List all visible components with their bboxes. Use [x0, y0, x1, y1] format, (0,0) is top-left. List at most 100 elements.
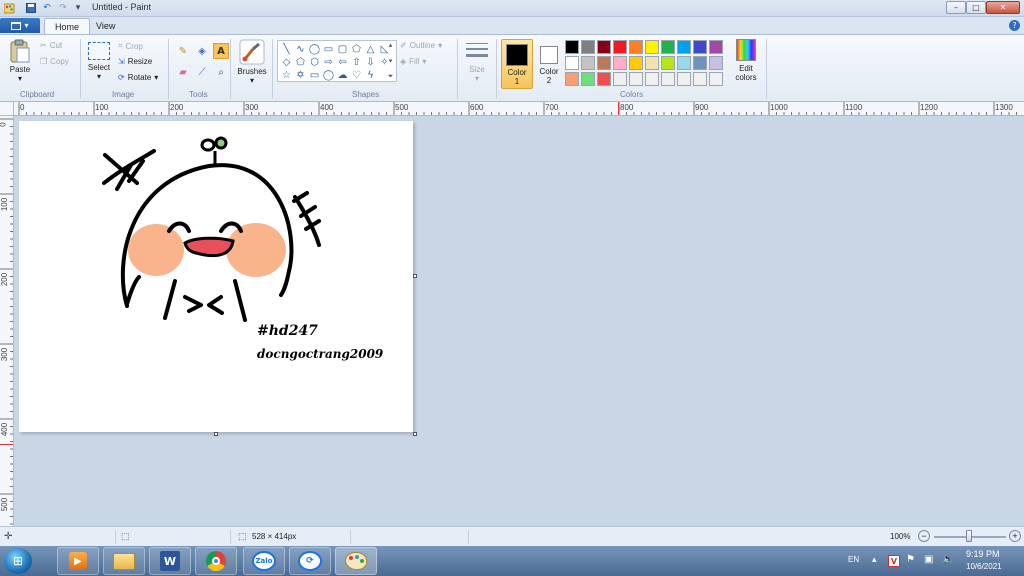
crop-button[interactable]: ⌗ Crop — [118, 41, 143, 51]
tray-overflow-icon[interactable]: ▴ — [872, 554, 877, 565]
outline-button[interactable]: ✐ Outline ▾ — [400, 41, 442, 50]
palette-swatch[interactable] — [709, 56, 723, 70]
tab-home[interactable]: Home — [44, 18, 91, 34]
right-arrow-shape-icon[interactable]: ⇨ — [322, 56, 335, 68]
cloud-callout-shape-icon[interactable]: ☁ — [336, 69, 349, 81]
palette-swatch[interactable] — [629, 72, 643, 86]
file-menu-button[interactable]: ▾ — [0, 18, 40, 33]
language-indicator[interactable]: EN — [848, 555, 859, 564]
palette-swatch[interactable] — [581, 40, 595, 54]
six-point-star-shape-icon[interactable]: ✡ — [294, 69, 307, 81]
palette-swatch[interactable] — [565, 72, 579, 86]
magnifier-icon[interactable]: ⌕ — [213, 64, 229, 80]
palette-swatch[interactable] — [661, 72, 675, 86]
palette-swatch[interactable] — [629, 40, 643, 54]
taskbar-paint[interactable] — [335, 547, 377, 575]
minimize-button[interactable]: – — [946, 1, 966, 14]
hexagon-shape-icon[interactable]: ⬡ — [308, 56, 321, 68]
taskbar-word[interactable]: W — [149, 547, 191, 575]
paste-button[interactable]: Paste ▾ — [6, 39, 34, 83]
brushes-button[interactable]: Brushes ▾ — [235, 39, 269, 85]
up-arrow-shape-icon[interactable]: ⇧ — [350, 56, 363, 68]
clock-time[interactable]: 9:19 PM — [966, 549, 1000, 559]
undo-icon[interactable]: ↶ — [41, 2, 53, 14]
palette-swatch[interactable] — [677, 72, 691, 86]
edit-colors-button[interactable]: Edit colors — [731, 39, 761, 82]
oval-shape-icon[interactable]: ◯ — [308, 43, 321, 55]
help-icon[interactable]: ? — [1009, 20, 1020, 31]
volume-icon[interactable]: 🔈 — [942, 554, 954, 565]
rounded-callout-shape-icon[interactable]: ▭ — [308, 69, 321, 81]
five-point-star-shape-icon[interactable]: ☆ — [280, 69, 293, 81]
palette-swatch[interactable] — [693, 56, 707, 70]
size-button[interactable]: Size ▾ — [463, 39, 491, 83]
palette-swatch[interactable] — [661, 40, 675, 54]
taskbar-zalo-2[interactable]: ⟳ — [289, 547, 331, 575]
zoom-out-icon[interactable]: − — [918, 530, 930, 542]
scroll-down-icon[interactable]: ▾ — [389, 57, 393, 65]
polygon-shape-icon[interactable]: ⬠ — [350, 43, 363, 55]
palette-swatch[interactable] — [613, 40, 627, 54]
palette-swatch[interactable] — [677, 56, 691, 70]
palette-swatch[interactable] — [597, 40, 611, 54]
palette-swatch[interactable] — [693, 40, 707, 54]
palette-swatch[interactable] — [645, 40, 659, 54]
diamond-shape-icon[interactable]: ◇ — [280, 56, 293, 68]
pentagon-shape-icon[interactable]: ⬠ — [294, 56, 307, 68]
palette-swatch[interactable] — [565, 40, 579, 54]
maximize-button[interactable]: □ — [966, 1, 986, 14]
palette-swatch[interactable] — [629, 56, 643, 70]
palette-swatch[interactable] — [661, 56, 675, 70]
copy-button[interactable]: ❐ Copy — [40, 57, 69, 66]
action-center-icon[interactable]: ⚑ — [906, 554, 915, 565]
network-icon[interactable]: ▣ — [924, 554, 933, 565]
palette-swatch[interactable] — [597, 72, 611, 86]
expand-gallery-icon[interactable]: ⏷ — [388, 72, 394, 81]
resize-handle-bottom[interactable] — [214, 432, 218, 436]
start-button[interactable]: ⊞ — [4, 548, 32, 574]
down-arrow-shape-icon[interactable]: ⇩ — [364, 56, 377, 68]
pencil-icon[interactable]: ✎ — [175, 43, 191, 59]
close-button[interactable]: ✕ — [986, 1, 1020, 14]
text-tool-icon[interactable]: A — [213, 43, 229, 59]
select-button[interactable]: Select ▾ — [85, 39, 113, 81]
palette-swatch[interactable] — [581, 72, 595, 86]
antivirus-tray-icon[interactable]: V — [888, 555, 900, 567]
paint-app-icon[interactable] — [3, 2, 15, 14]
palette-swatch[interactable] — [613, 72, 627, 86]
palette-swatch[interactable] — [565, 56, 579, 70]
palette-swatch[interactable] — [581, 56, 595, 70]
taskbar-media-player[interactable]: ▶ — [57, 547, 99, 575]
shapes-scroll[interactable]: ▴ ▾ ⏷ — [386, 41, 395, 81]
palette-swatch[interactable] — [613, 56, 627, 70]
curve-shape-icon[interactable]: ∿ — [294, 43, 307, 55]
color2-button[interactable]: Color 2 — [533, 39, 565, 89]
palette-swatch[interactable] — [709, 72, 723, 86]
zoom-in-icon[interactable]: + — [1009, 530, 1021, 542]
oval-callout-shape-icon[interactable]: ◯ — [322, 69, 335, 81]
heart-shape-icon[interactable]: ♡ — [350, 69, 363, 81]
resize-button[interactable]: ⇲ Resize — [118, 57, 152, 66]
fill-bucket-icon[interactable]: ◈ — [194, 43, 210, 59]
palette-swatch[interactable] — [677, 40, 691, 54]
lightning-shape-icon[interactable]: ϟ — [364, 69, 377, 81]
palette-swatch[interactable] — [693, 72, 707, 86]
resize-handle-right[interactable] — [413, 274, 417, 278]
left-arrow-shape-icon[interactable]: ⇦ — [336, 56, 349, 68]
drawing-canvas[interactable]: #hd247 docngoctrang2009 — [19, 121, 413, 432]
taskbar-explorer[interactable] — [103, 547, 145, 575]
clock-date[interactable]: 10/6/2021 — [966, 562, 1002, 571]
rounded-rectangle-shape-icon[interactable]: ▢ — [336, 43, 349, 55]
palette-swatch[interactable] — [645, 56, 659, 70]
tab-view[interactable]: View — [86, 18, 125, 34]
palette-swatch[interactable] — [597, 56, 611, 70]
rotate-button[interactable]: ⟳ Rotate ▾ — [118, 73, 158, 82]
palette-swatch[interactable] — [709, 40, 723, 54]
zoom-slider-thumb[interactable] — [966, 530, 972, 542]
line-shape-icon[interactable]: ╲ — [280, 43, 293, 55]
eraser-icon[interactable]: ▰ — [175, 64, 191, 80]
save-icon[interactable] — [25, 2, 37, 14]
color1-button[interactable]: Color 1 — [501, 39, 533, 89]
scroll-up-icon[interactable]: ▴ — [389, 41, 393, 49]
cut-button[interactable]: ✂ Cut — [40, 41, 62, 50]
